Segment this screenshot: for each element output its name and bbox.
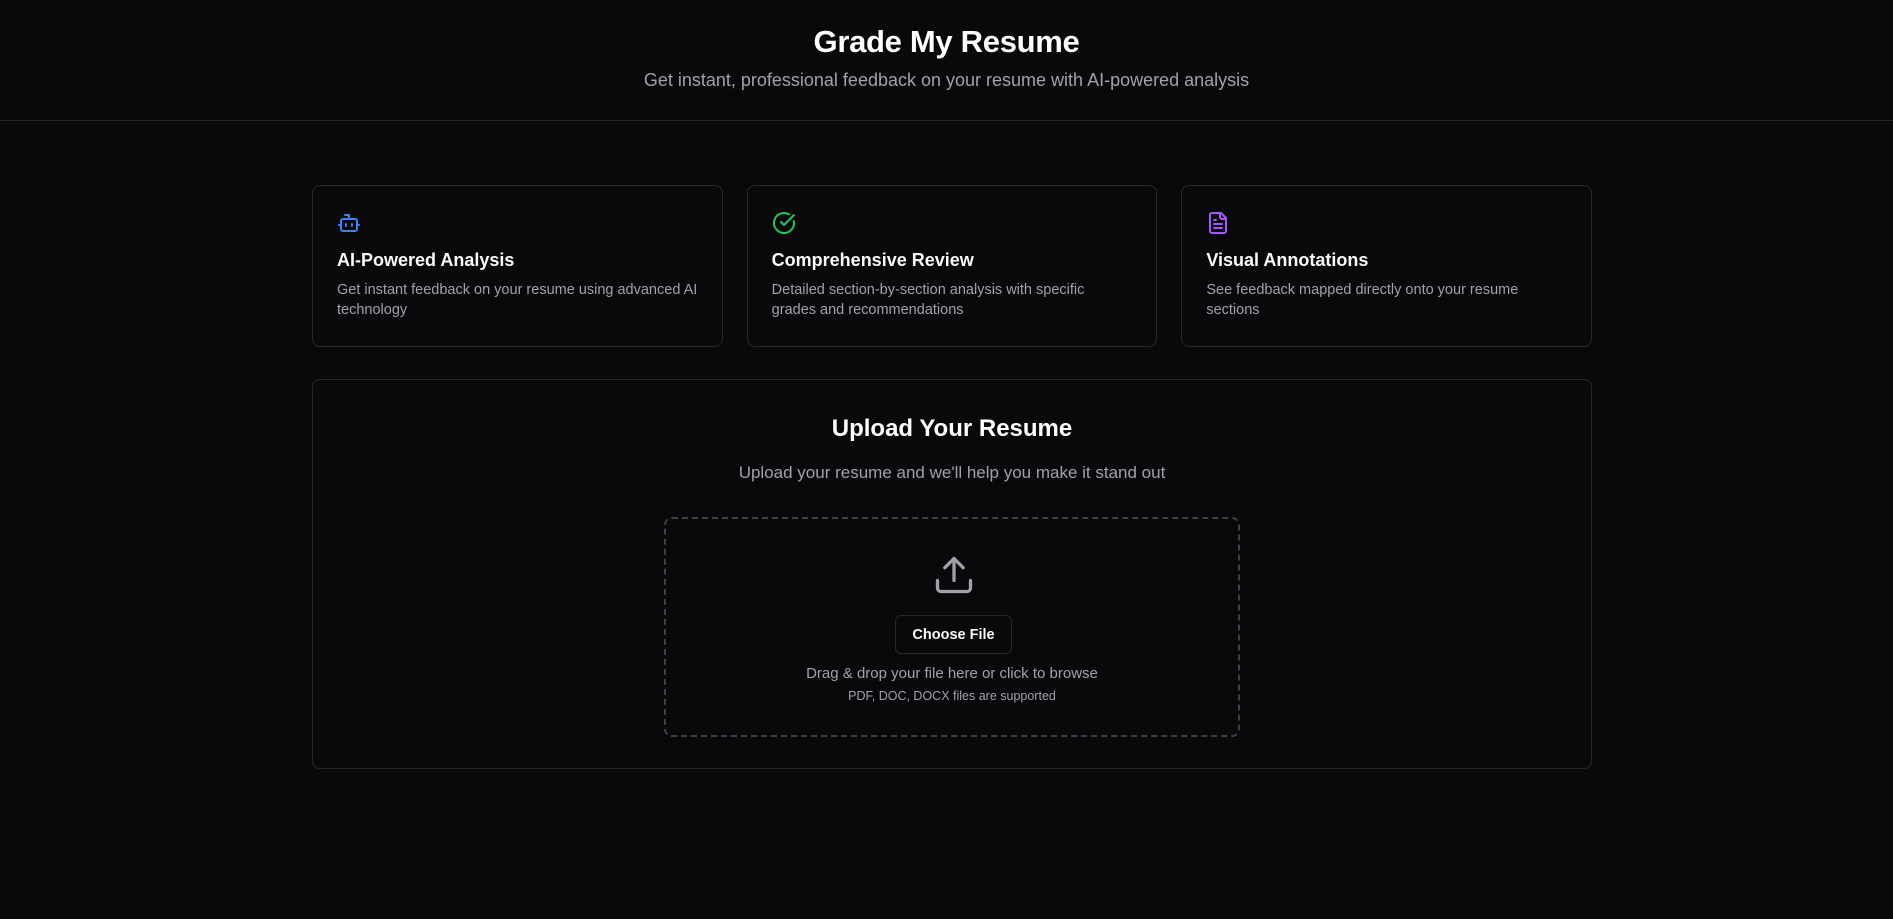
feature-card-comprehensive-review: Comprehensive Review Detailed section-by… [746,185,1158,347]
feature-description: Detailed section-by-section analysis wit… [771,282,1085,318]
page-title: Grade My Resume [813,24,1080,59]
upload-subtitle: Upload your resume and we'll help you ma… [738,463,1166,482]
file-dropzone[interactable]: Choose File Drag & drop your file here o… [664,517,1240,737]
feature-title: Comprehensive Review [771,250,974,270]
feature-card-ai-analysis: AI-Powered Analysis Get instant feedback… [312,185,723,347]
choose-file-button[interactable]: Choose File [895,615,1012,654]
feature-description: Get instant feedback on your resume usin… [337,282,698,318]
feature-title: Visual Annotations [1206,250,1369,270]
file-text-icon [1209,212,1228,234]
circle-check-icon [772,212,795,234]
upload-panel: Upload Your Resume Upload your resume an… [312,379,1592,769]
upload-icon [935,556,973,594]
feature-title: AI-Powered Analysis [337,250,515,270]
drop-instructions: Drag & drop your file here or click to b… [806,665,1098,682]
supported-formats: PDF, DOC, DOCX files are supported [848,689,1056,703]
bot-icon [338,214,360,232]
feature-card-visual-annotations: Visual Annotations See feedback mapped d… [1181,185,1593,347]
features-row: AI-Powered Analysis Get instant feedback… [312,185,1593,347]
page-header: Grade My Resume Get instant, professiona… [0,0,1893,121]
upload-title: Upload Your Resume [831,415,1073,442]
feature-description: See feedback mapped directly onto your r… [1206,282,1519,318]
page-subtitle: Get instant, professional feedback on yo… [643,70,1250,90]
